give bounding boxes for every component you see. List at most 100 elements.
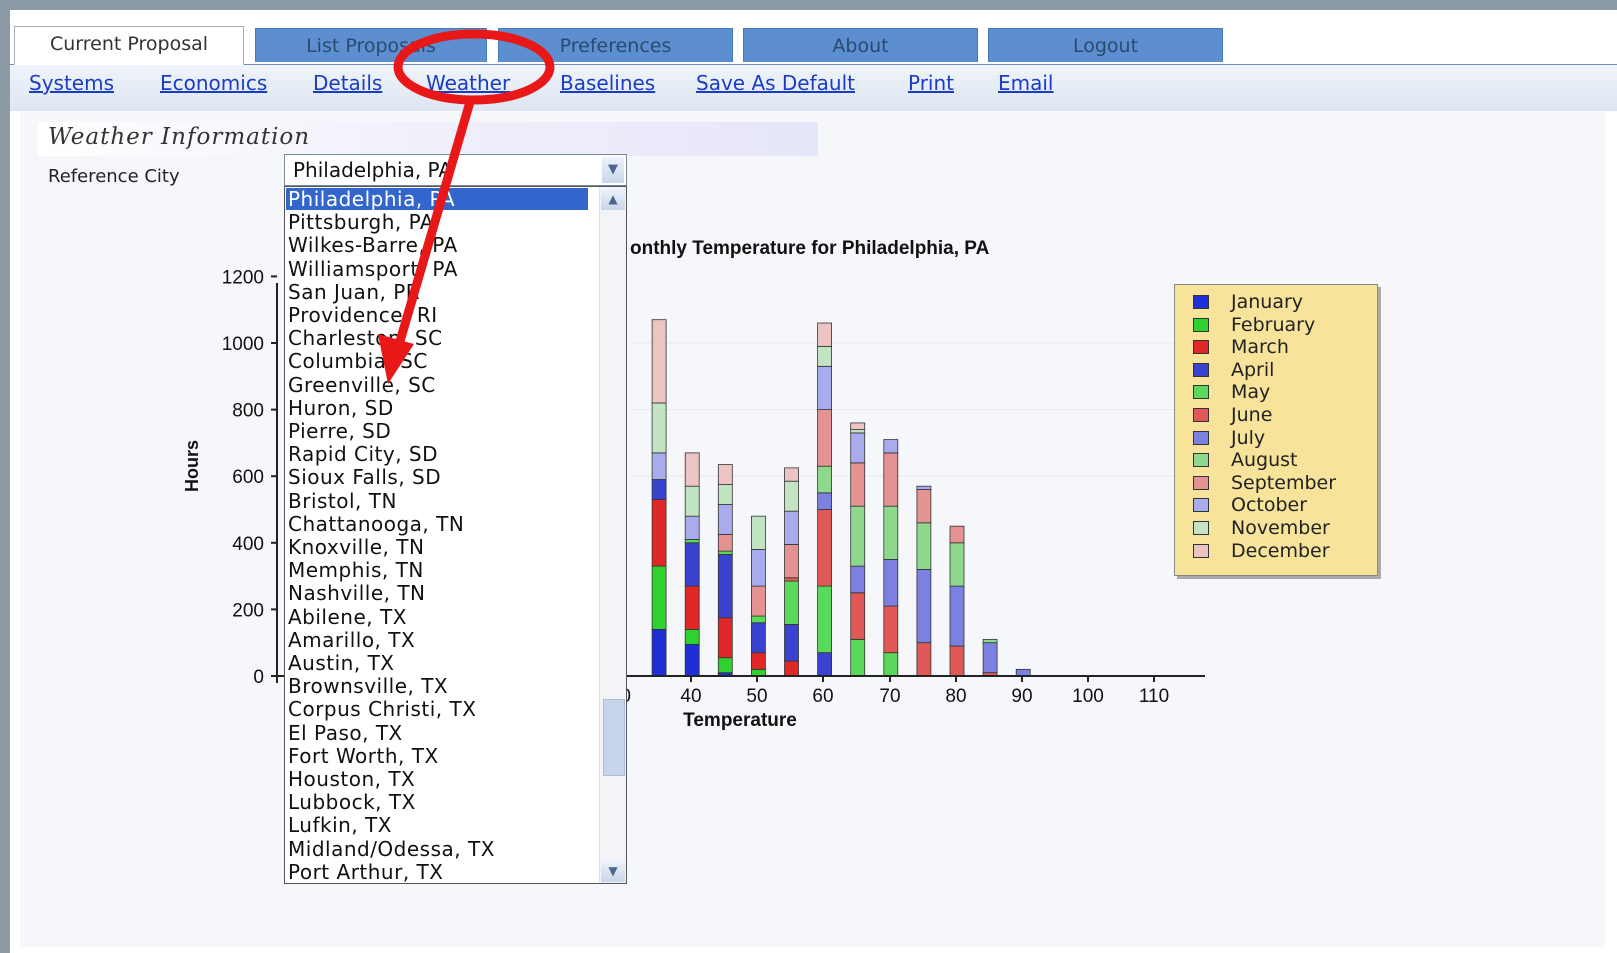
legend-swatch [1193, 453, 1209, 468]
bar-segment-march [684, 585, 700, 630]
bar-segment-january [651, 628, 667, 677]
bar-segment-march [784, 660, 799, 677]
x-tick-label: 60 [812, 686, 833, 707]
chevron-down-icon[interactable]: ▼ [602, 157, 624, 183]
bar-segment-november [751, 515, 766, 550]
dropdown-option[interactable]: Lubbock, TX [288, 791, 416, 813]
x-axis-label: Temperature [683, 710, 797, 731]
bar-segment-may [784, 580, 799, 625]
chart-bars [651, 319, 1031, 677]
x-tick-label: 40 [680, 686, 701, 707]
bar-segment-december [850, 422, 866, 430]
bar-segment-july [817, 492, 832, 510]
dropdown-option[interactable]: Providence, RI [288, 304, 438, 326]
legend-label: August [1231, 449, 1298, 472]
bar-segment-october [916, 485, 932, 490]
bar-segment-january [684, 643, 700, 677]
dropdown-option[interactable]: Knoxville, TN [288, 536, 424, 558]
dropdown-option[interactable]: Fort Worth, TX [288, 745, 439, 767]
reference-city-dropdown[interactable]: Port Arthur, TX Midland/Odessa, TX Lufkin,… [284, 186, 627, 884]
dropdown-option[interactable]: Pittsburgh, PA [288, 211, 434, 233]
dropdown-option[interactable]: Philadelphia, PA [286, 188, 588, 210]
bar-segment-april [751, 622, 766, 654]
legend-label: January [1231, 291, 1304, 313]
dropdown-option[interactable]: Midland/Odessa, TX [288, 838, 495, 860]
dropdown-option[interactable]: Houston, TX [288, 768, 415, 790]
dropdown-option[interactable]: Austin, TX [288, 652, 394, 674]
dropdown-option[interactable]: Amarillo, TX [288, 629, 415, 651]
y-tick-label: 1000 [222, 334, 264, 355]
dropdown-scrollbar[interactable]: ▲ ▼ [599, 187, 626, 883]
dropdown-option[interactable]: Pierre, SD [288, 420, 391, 442]
y-tick-label: 400 [232, 534, 264, 555]
dropdown-option[interactable]: El Paso, TX [288, 722, 403, 744]
dropdown-option[interactable]: Chattanooga, TN [288, 513, 464, 535]
dropdown-option[interactable]: Rapid City, SD [288, 443, 438, 465]
bar-segment-november [684, 485, 700, 517]
bar-segment-august [949, 542, 965, 587]
legend-label: September [1231, 471, 1337, 494]
dropdown-option[interactable]: Brownsville, TX [288, 675, 448, 697]
scroll-thumb[interactable] [603, 699, 625, 776]
bar-segment-june [784, 577, 799, 582]
bar-segment-february [651, 565, 667, 630]
x-tick-label: 90 [1011, 686, 1032, 707]
dropdown-option[interactable]: Lufkin, TX [288, 814, 392, 836]
bar-segment-september [883, 452, 899, 507]
dropdown-option[interactable]: Wilkes-Barre, PA [288, 234, 458, 256]
bar-segment-march [751, 652, 766, 670]
y-tick-label: 0 [253, 667, 264, 688]
bar-segment-march [717, 617, 733, 659]
bar-segment-august [817, 465, 832, 494]
bar-segment-april [684, 542, 700, 587]
bar-segment-august [982, 638, 998, 644]
dropdown-option[interactable]: Williamsport, PA [288, 258, 458, 280]
bar-segment-october [883, 439, 899, 454]
dropdown-option[interactable]: Memphis, TN [288, 559, 424, 581]
bar-segment-may [717, 550, 733, 555]
bar-segment-august [850, 505, 866, 567]
dropdown-option[interactable]: Charleston, SC [288, 327, 443, 349]
bar-segment-october [717, 504, 733, 535]
legend-swatch [1193, 408, 1209, 422]
dropdown-option[interactable]: Bristol, TN [288, 490, 397, 512]
bar-segment-june [817, 509, 832, 587]
bar-segment-april [784, 623, 799, 662]
dropdown-option[interactable]: Port Arthur, TX [288, 861, 443, 883]
legend-label: December [1231, 539, 1330, 562]
legend-swatch [1193, 521, 1209, 535]
bar-segment-november [717, 484, 733, 505]
bar-segment-june [916, 642, 932, 677]
x-axis-ticks: 0405060708090100110 [620, 676, 1169, 707]
bar-segment-october [684, 515, 700, 540]
reference-city-select[interactable]: Philadelphia, PA ▼ [284, 154, 627, 186]
bar-segment-september [751, 585, 766, 617]
scroll-down-icon[interactable]: ▼ [601, 860, 625, 882]
dropdown-option[interactable]: Nashville, TN [288, 582, 426, 604]
bar-segment-may [751, 615, 766, 624]
bar-segment-november [651, 402, 667, 454]
dropdown-option[interactable]: Sioux Falls, SD [288, 466, 441, 488]
dropdown-option[interactable]: San Juan, PR [288, 281, 420, 303]
bar-segment-october [850, 432, 866, 464]
chart-legend: January February March April May June July Augu… [1174, 284, 1378, 576]
bar-segment-february [684, 628, 700, 645]
dropdown-option[interactable]: Huron, SD [288, 397, 394, 419]
bar-segment-december [784, 467, 799, 482]
dropdown-option[interactable]: Columbia, SC [288, 350, 428, 372]
bar-segment-december [817, 322, 832, 347]
dropdown-option[interactable]: Corpus Christi, TX [288, 698, 476, 720]
dropdown-option[interactable]: Abilene, TX [288, 606, 407, 628]
y-tick-label: 600 [232, 467, 264, 488]
chart-title: onthly Temperature for Philadelphia, PA [630, 238, 990, 259]
legend-swatch [1193, 317, 1209, 332]
bar-segment-july [883, 559, 899, 607]
bar-segment-september [916, 489, 932, 524]
bar-segment-february [717, 657, 733, 674]
bar-segment-september [850, 462, 866, 507]
bar-segment-june [850, 592, 866, 640]
x-tick-label: 50 [746, 686, 767, 707]
scroll-up-icon[interactable]: ▲ [601, 188, 625, 210]
bar-segment-august [883, 505, 899, 560]
dropdown-option[interactable]: Greenville, SC [288, 374, 436, 396]
